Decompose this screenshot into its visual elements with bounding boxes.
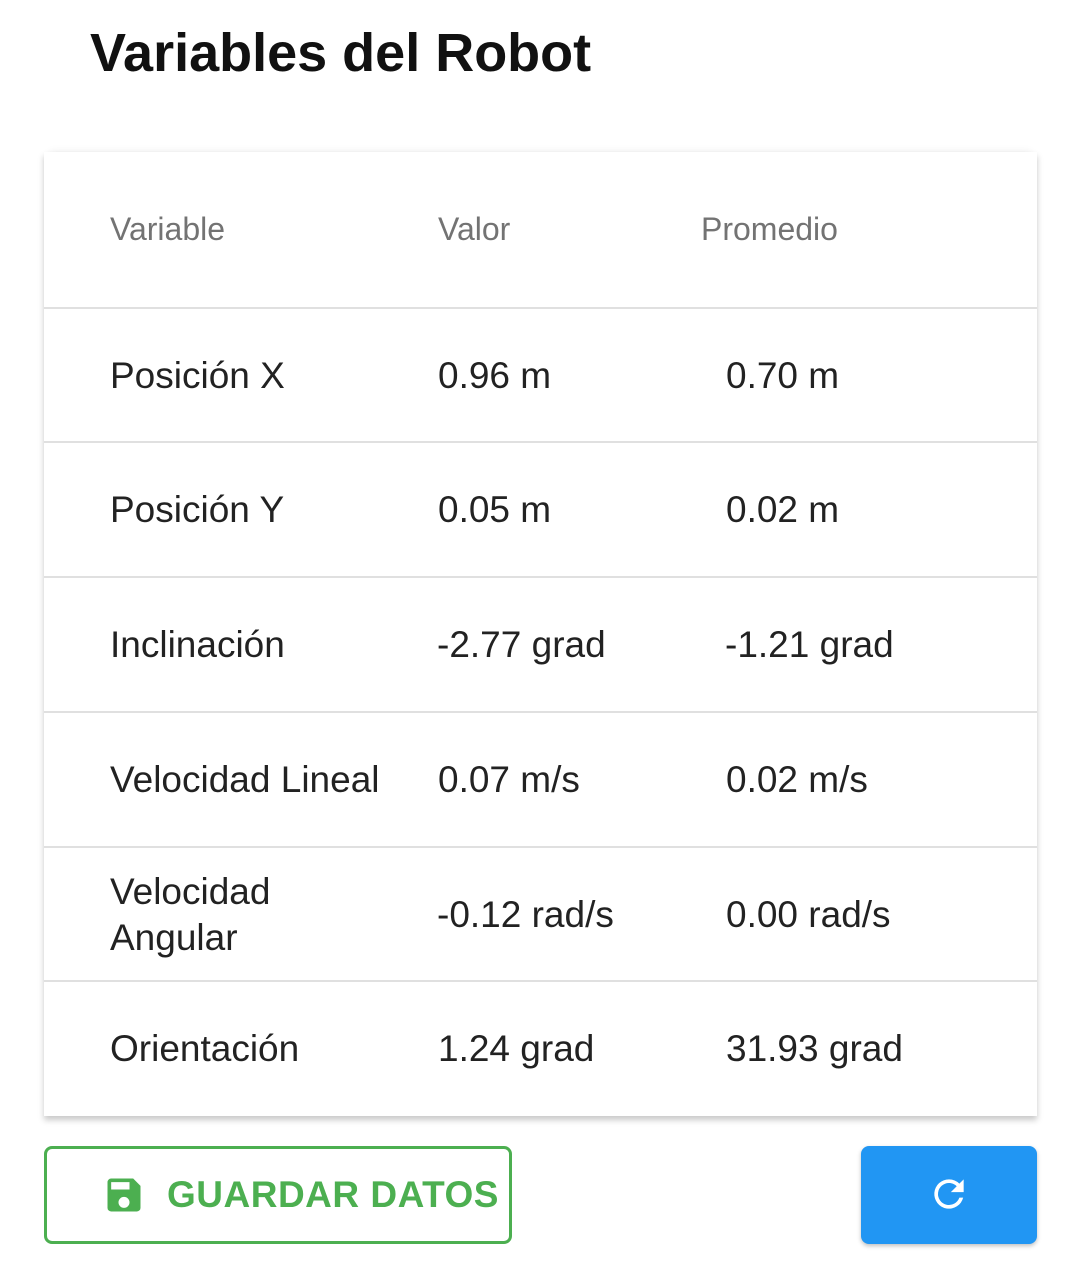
row-value: 1.24 grad [438, 1028, 595, 1069]
row-average: -1.21 grad [725, 624, 894, 665]
header-value: Valor [438, 211, 511, 247]
row-value: 0.07 m/s [438, 759, 580, 800]
row-value: -2.77 grad [437, 624, 606, 665]
table-row: Posición Y 0.05 m 0.02 m [44, 441, 1037, 577]
row-value: 0.05 m [438, 489, 552, 530]
row-variable: Inclinación [110, 624, 285, 665]
header-average: Promedio [701, 211, 838, 247]
refresh-icon [934, 1179, 964, 1209]
refresh-button[interactable] [861, 1146, 1037, 1244]
header-variable: Variable [110, 211, 226, 247]
row-variable: Orientación [110, 1028, 300, 1069]
table-row: Posición X 0.96 m 0.70 m [44, 307, 1037, 443]
floppy-disk-icon [107, 1178, 141, 1212]
table-row: Velocidad Angular -0.12 rad/s 0.00 rad/s [44, 846, 1037, 982]
table-row: Velocidad Lineal 0.07 m/s 0.02 m/s [44, 711, 1037, 847]
row-value: 0.96 m [438, 355, 552, 396]
table-row: Orientación 1.24 grad 31.93 grad [44, 980, 1037, 1116]
row-variable: Velocidad Lineal [110, 759, 380, 800]
row-average: 0.00 rad/s [726, 894, 891, 935]
save-data-label: GUARDAR DATOS [167, 1174, 499, 1215]
row-variable: Velocidad Angular [110, 871, 271, 958]
row-value: -0.12 rad/s [437, 894, 614, 935]
row-average: 0.02 m [726, 489, 840, 530]
row-variable: Posición Y [110, 489, 285, 530]
save-data-button[interactable]: GUARDAR DATOS [44, 1146, 512, 1244]
page-title: Variables del Robot [90, 23, 592, 83]
row-average: 31.93 grad [726, 1028, 903, 1069]
variables-table: Variable Valor Promedio Posición X 0.96 … [44, 152, 1037, 1116]
table-row: Inclinación -2.77 grad -1.21 grad [44, 576, 1037, 712]
row-variable: Posición X [110, 355, 285, 396]
row-average: 0.02 m/s [726, 759, 868, 800]
table-header-row: Variable Valor Promedio [44, 152, 1037, 307]
row-average: 0.70 m [726, 355, 840, 396]
